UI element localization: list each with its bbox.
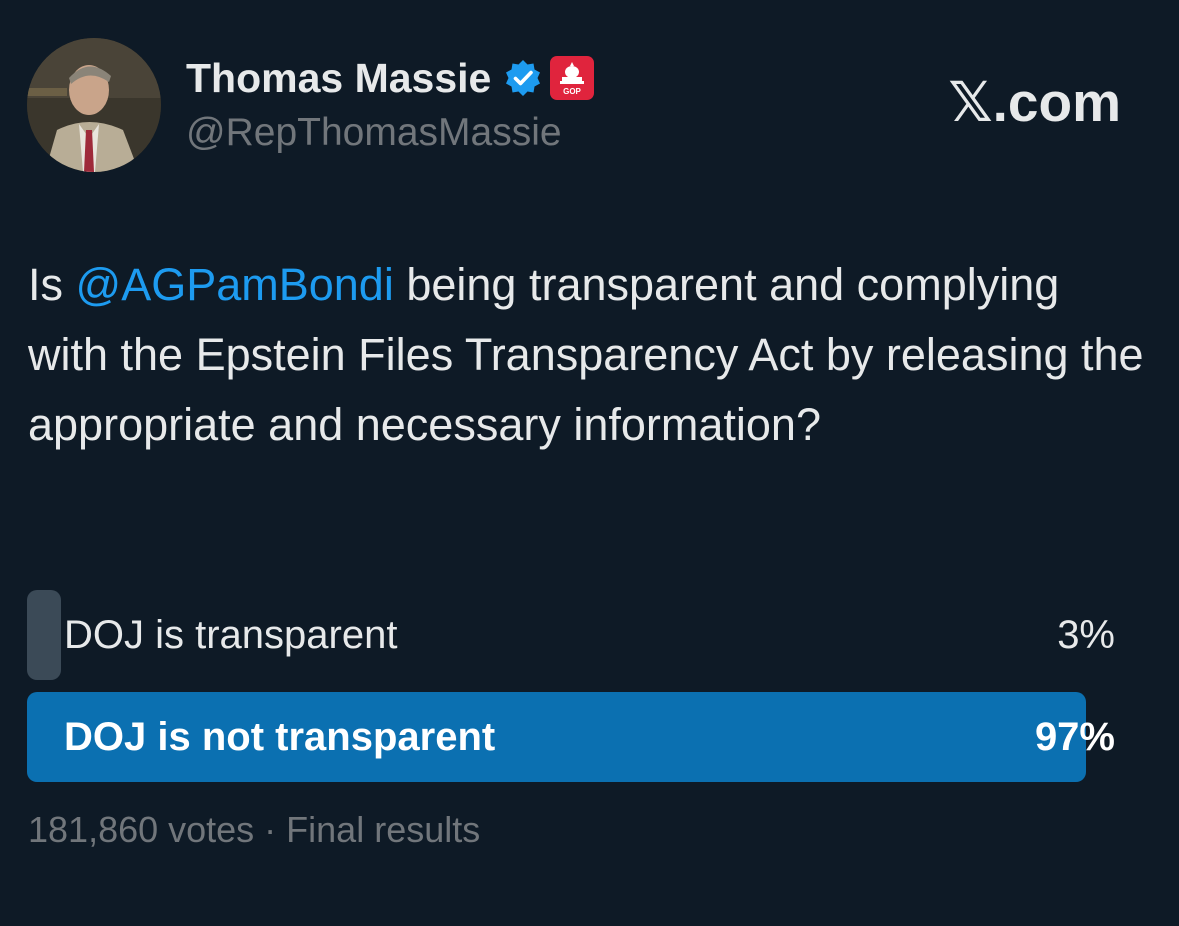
affiliation-badge-icon[interactable]: GOP bbox=[549, 55, 595, 101]
poll-result-bar bbox=[27, 590, 61, 680]
author-name-text: Thomas Massie bbox=[186, 55, 492, 101]
poll-option-percent: 97% bbox=[1034, 715, 1115, 759]
poll-footer: 181,860 votes · Final results bbox=[28, 809, 481, 850]
poll-option-label: DOJ is not transparent bbox=[64, 715, 496, 759]
poll-option-transparent: DOJ is transparent 3% bbox=[27, 590, 1119, 680]
mention-link[interactable]: @AGPamBondi bbox=[76, 259, 394, 310]
poll-option-label: DOJ is transparent bbox=[64, 613, 398, 657]
affiliation-badge-text: GOP bbox=[563, 87, 581, 96]
author-handle[interactable]: @RepThomasMassie bbox=[186, 108, 562, 158]
tweet-text-before: Is bbox=[28, 259, 76, 310]
verified-badge-icon bbox=[503, 58, 543, 98]
author-avatar[interactable] bbox=[27, 38, 161, 172]
author-display-name[interactable]: Thomas Massie GOP bbox=[186, 52, 595, 104]
poll-option-not-transparent: DOJ is not transparent 97% bbox=[27, 692, 1119, 782]
x-logo: 𝕏.com bbox=[948, 71, 1121, 133]
poll-option-percent: 3% bbox=[1057, 613, 1115, 657]
tweet-text: Is @AGPamBondi being transparent and com… bbox=[28, 250, 1148, 460]
